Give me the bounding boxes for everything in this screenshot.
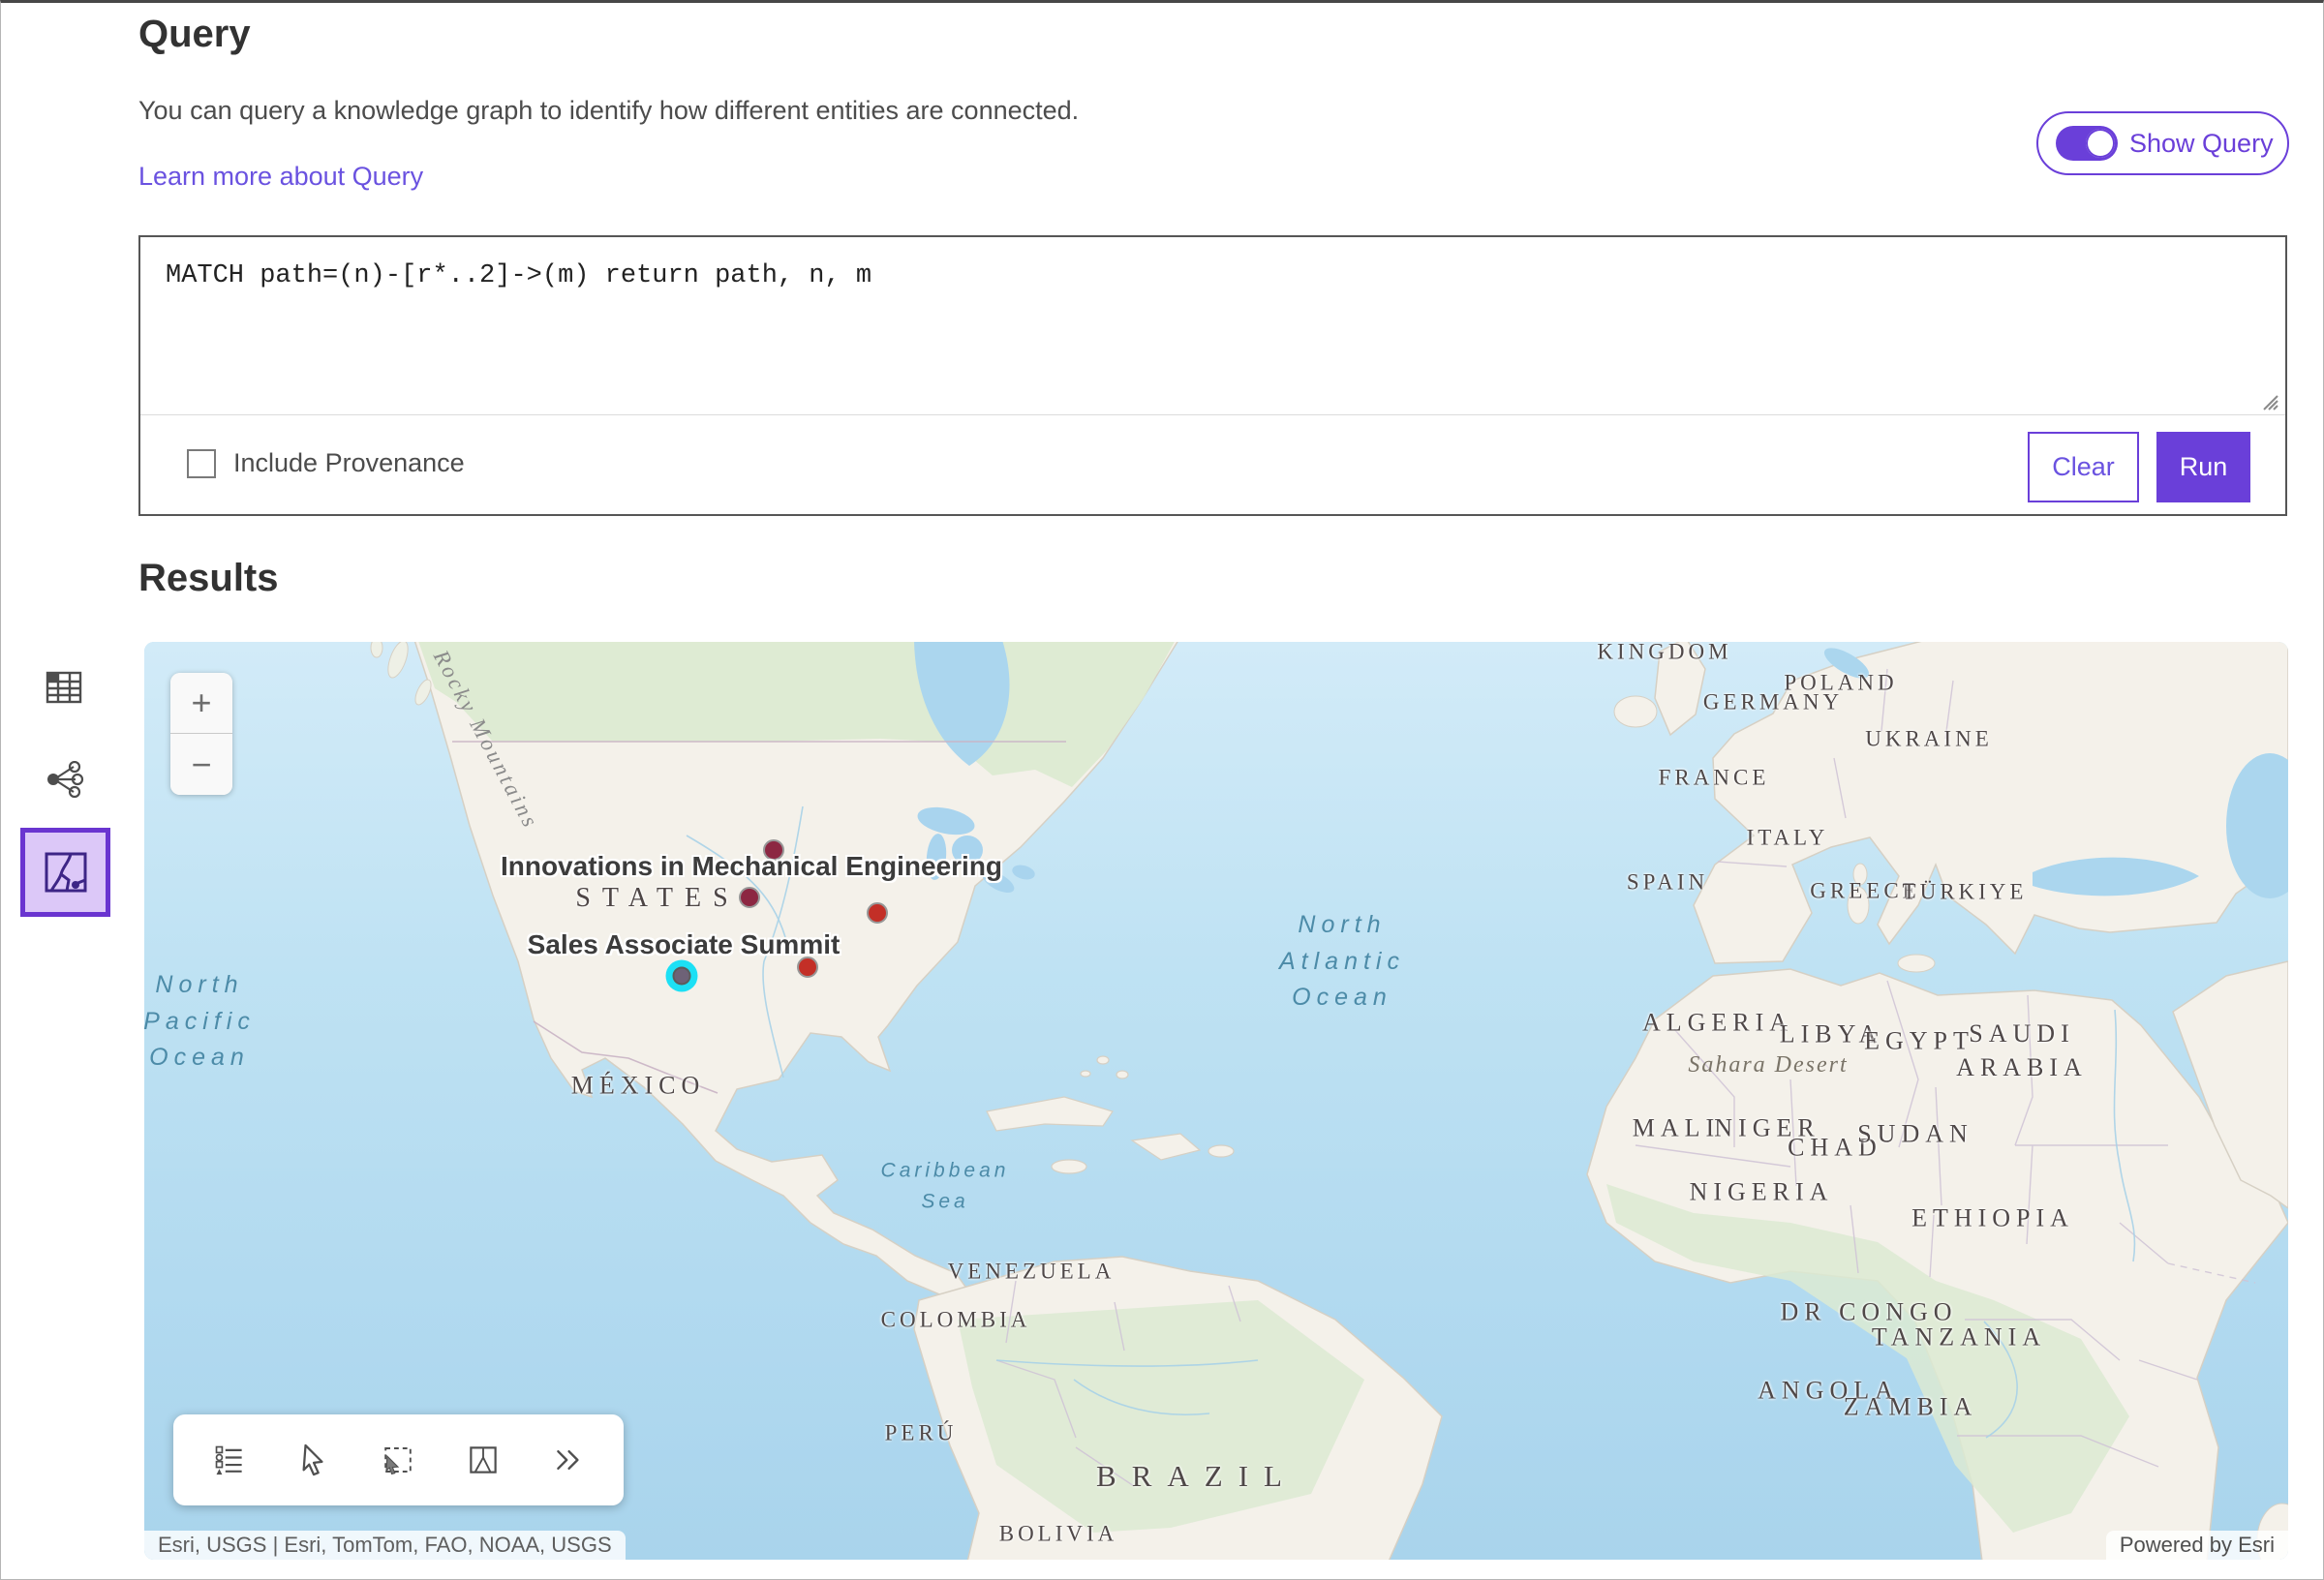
results-map[interactable]: + − KINGDOMPOLANDGERMANYUKRAINEFRANCEITA… — [144, 642, 2288, 1560]
zoom-in-button[interactable]: + — [170, 673, 232, 734]
map-attribution: Esri, USGS | Esri, TomTom, FAO, NOAA, US… — [144, 1531, 626, 1560]
run-button[interactable]: Run — [2156, 432, 2250, 502]
toggle-label: Show Query — [2129, 129, 2274, 159]
results-title: Results — [138, 557, 279, 600]
include-provenance-label: Include Provenance — [233, 448, 465, 478]
cursor-icon[interactable] — [292, 1439, 335, 1481]
query-panel: MATCH path=(n)-[r*..2]->(m) return path,… — [138, 235, 2287, 516]
map-marker[interactable] — [867, 902, 888, 924]
sidebar-item-table-view[interactable] — [46, 671, 84, 710]
table-view-icon — [46, 671, 82, 704]
query-textarea[interactable]: MATCH path=(n)-[r*..2]->(m) return path,… — [140, 237, 2285, 415]
map-marker[interactable] — [763, 839, 784, 861]
clear-button[interactable]: Clear — [2028, 432, 2139, 502]
map-marker[interactable] — [739, 887, 760, 908]
select-rectangle-icon[interactable] — [377, 1439, 419, 1481]
link-chart-icon — [46, 761, 84, 798]
query-page: Query You can query a knowledge graph to… — [0, 0, 2324, 1580]
zoom-control: + − — [170, 673, 232, 795]
more-tools-icon[interactable] — [546, 1439, 589, 1481]
sidebar-item-map-view[interactable] — [20, 828, 110, 917]
page-description: You can query a knowledge graph to ident… — [138, 96, 1079, 126]
page-title: Query — [138, 13, 251, 56]
map-marker[interactable] — [797, 957, 818, 978]
sidebar-item-link-chart[interactable] — [46, 761, 84, 800]
map-marker-selected[interactable] — [673, 967, 691, 986]
legend-icon[interactable] — [208, 1439, 251, 1481]
zoom-out-button[interactable]: − — [170, 734, 232, 795]
select-polygon-icon[interactable] — [462, 1439, 505, 1481]
toggle-knob — [2086, 129, 2115, 158]
include-provenance-checkbox[interactable] — [187, 449, 216, 478]
powered-by-esri: Powered by Esri — [2106, 1531, 2288, 1560]
map-view-icon — [44, 851, 88, 894]
learn-more-link[interactable]: Learn more about Query — [138, 162, 423, 192]
toggle-switch-icon[interactable] — [2056, 126, 2118, 161]
show-query-toggle[interactable]: Show Query — [2036, 111, 2289, 175]
map-toolbar — [173, 1414, 624, 1505]
